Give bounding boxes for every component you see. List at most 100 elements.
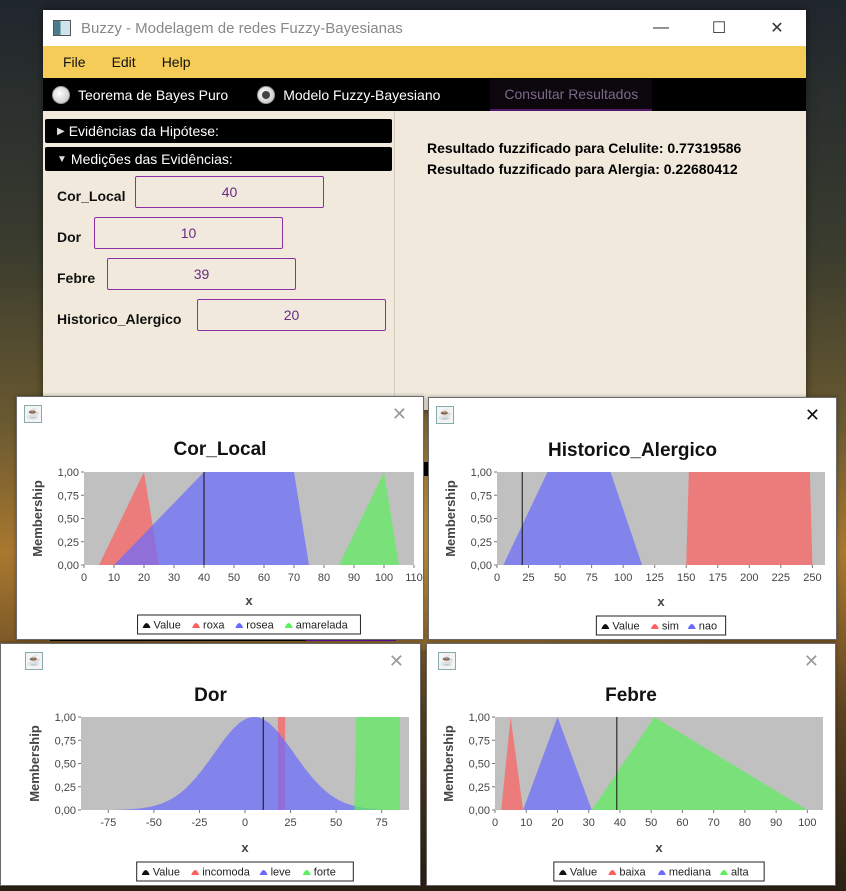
expand-arrow-icon: ▶ <box>57 125 65 137</box>
x-tick-label: 60 <box>258 572 270 584</box>
minimize-button[interactable]: — <box>632 10 690 46</box>
results-area: Resultado fuzzificado para Celulite: 0.7… <box>427 138 741 180</box>
x-tick-label: 0 <box>81 572 87 584</box>
x-tick-label: 75 <box>376 817 388 829</box>
x-tick-label: 110 <box>405 572 423 584</box>
title-bar[interactable]: Buzzy - Modelagem de redes Fuzzy-Bayesia… <box>43 10 806 46</box>
y-tick-label: 0,75 <box>55 735 76 747</box>
y-axis-label: Membership <box>30 480 45 557</box>
x-tick-label: -25 <box>191 817 207 829</box>
x-tick-label: -75 <box>100 817 116 829</box>
chart-window-historico-alergico: ☕ ✕ Historico_Alergico 0,00 0,25 0,50 0,75 1,… <box>428 397 837 640</box>
x-tick-label: 75 <box>585 572 597 584</box>
historico-alergico-input[interactable]: 20 <box>197 299 386 331</box>
legend-label-Value: Value <box>153 867 180 879</box>
x-tick-label: 0 <box>492 817 498 829</box>
x-tick-label: 200 <box>740 572 758 584</box>
legend-label-mediana: mediana <box>669 867 712 879</box>
accordion-evidencias-hipotese[interactable]: ▶ Evidências da Hipótese: <box>45 119 392 143</box>
x-tick-label: 175 <box>709 572 727 584</box>
y-tick-label: 1,00 <box>469 712 490 724</box>
x-tick-label: 40 <box>198 572 210 584</box>
x-tick-label: 0 <box>242 817 248 829</box>
x-tick-label: 250 <box>803 572 821 584</box>
dor-input[interactable]: 10 <box>94 217 283 249</box>
y-tick-label: 0,00 <box>471 560 492 572</box>
y-axis-label: Membership <box>27 725 42 802</box>
x-tick-label: 80 <box>318 572 330 584</box>
consultar-resultados-button[interactable]: Consultar Resultados <box>490 78 653 111</box>
x-axis-label: x <box>241 840 249 855</box>
x-tick-label: 100 <box>375 572 393 584</box>
series-forte <box>354 717 400 810</box>
historico-alergico-label: Historico_Alergico <box>57 311 182 327</box>
x-tick-label: 150 <box>677 572 695 584</box>
y-tick-label: 0,75 <box>469 735 490 747</box>
x-tick-label: 25 <box>284 817 296 829</box>
y-tick-label: 0,25 <box>58 537 79 549</box>
cor-local-label: Cor_Local <box>57 188 126 204</box>
x-tick-label: 10 <box>520 817 532 829</box>
x-tick-label: 30 <box>583 817 595 829</box>
main-window: Buzzy - Modelagem de redes Fuzzy-Bayesia… <box>43 10 806 410</box>
chart-window-dor: ☕ ✕ Dor 0,00 0,25 0,50 0,75 1,00 -75 -50 -25 0 25 5… <box>0 643 421 886</box>
x-tick-label: 50 <box>228 572 240 584</box>
close-button[interactable]: ✕ <box>748 10 806 46</box>
legend-label-alta: alta <box>731 867 750 879</box>
legend-label-baixa: baixa <box>619 867 646 879</box>
y-tick-label: 1,00 <box>58 467 79 479</box>
radio-fuzzy-bayesiano-label[interactable]: Modelo Fuzzy-Bayesiano <box>283 87 440 103</box>
menu-help[interactable]: Help <box>162 54 191 70</box>
x-tick-label: 50 <box>330 817 342 829</box>
legend-label-Value: Value <box>570 867 597 879</box>
radio-bayes-puro-label[interactable]: Teorema de Bayes Puro <box>78 87 228 103</box>
legend-label-leve: leve <box>271 867 291 879</box>
x-tick-label: -50 <box>146 817 162 829</box>
chart-title: Cor_Local <box>174 439 267 460</box>
accordion-medicoes-evidencias[interactable]: ▼ Medições das Evidências: <box>45 147 392 171</box>
chart-title: Febre <box>605 685 657 706</box>
radio-bayes-puro[interactable] <box>52 85 70 104</box>
y-tick-label: 0,75 <box>58 490 79 502</box>
menu-file[interactable]: File <box>63 54 86 70</box>
y-axis-label: Membership <box>443 480 458 557</box>
menu-edit[interactable]: Edit <box>112 54 136 70</box>
x-tick-label: 225 <box>772 572 790 584</box>
membership-chart-febre: Febre 0,00 0,25 0,50 0,75 1,00 0 10 20 30 40 50 60 70… <box>441 685 823 882</box>
maximize-button[interactable]: ☐ <box>690 10 748 46</box>
y-tick-label: 0,75 <box>471 490 492 502</box>
y-tick-label: 1,00 <box>55 712 76 724</box>
radio-fuzzy-bayesiano[interactable] <box>257 85 276 104</box>
x-tick-label: 100 <box>614 572 632 584</box>
menu-bar: File Edit Help <box>43 46 806 78</box>
legend-label-Value: Value <box>612 621 639 633</box>
legend-label-roxa: roxa <box>203 620 225 632</box>
y-tick-label: 0,50 <box>471 514 492 526</box>
app-icon <box>53 20 71 36</box>
x-tick-label: 70 <box>708 817 720 829</box>
window-controls: — ☐ ✕ <box>632 10 806 46</box>
x-tick-label: 40 <box>614 817 626 829</box>
chart-window-cor-local: ☕ ✕ Cor_Local 0,00 0,25 0,50 0,75 1,00 0 10 20 30… <box>16 396 424 640</box>
radio-selected-dot <box>262 90 271 99</box>
mode-toolbar: Teorema de Bayes Puro Modelo Fuzzy-Bayes… <box>43 78 806 111</box>
x-tick-label: 25 <box>522 572 534 584</box>
series-sim <box>686 472 813 565</box>
x-tick-label: 10 <box>108 572 120 584</box>
legend-label-sim: sim <box>662 621 679 633</box>
x-tick-label: 50 <box>645 817 657 829</box>
collapse-arrow-icon: ▼ <box>57 153 67 165</box>
x-tick-label: 80 <box>739 817 751 829</box>
y-tick-label: 0,50 <box>58 514 79 526</box>
legend-label-incomoda: incomoda <box>202 867 251 879</box>
x-tick-label: 50 <box>554 572 566 584</box>
y-tick-label: 0,50 <box>55 759 76 771</box>
x-tick-label: 60 <box>676 817 688 829</box>
membership-chart-dor: Dor 0,00 0,25 0,50 0,75 1,00 -75 -50 -25 0 25 50 75 M… <box>27 685 409 882</box>
y-tick-label: 0,00 <box>55 805 76 817</box>
febre-input[interactable]: 39 <box>107 258 296 290</box>
result-celulite: Resultado fuzzificado para Celulite: 0.7… <box>427 140 742 156</box>
legend-label-amarelada: amarelada <box>296 620 349 632</box>
cor-local-input[interactable]: 40 <box>135 176 324 208</box>
x-tick-label: 125 <box>646 572 664 584</box>
